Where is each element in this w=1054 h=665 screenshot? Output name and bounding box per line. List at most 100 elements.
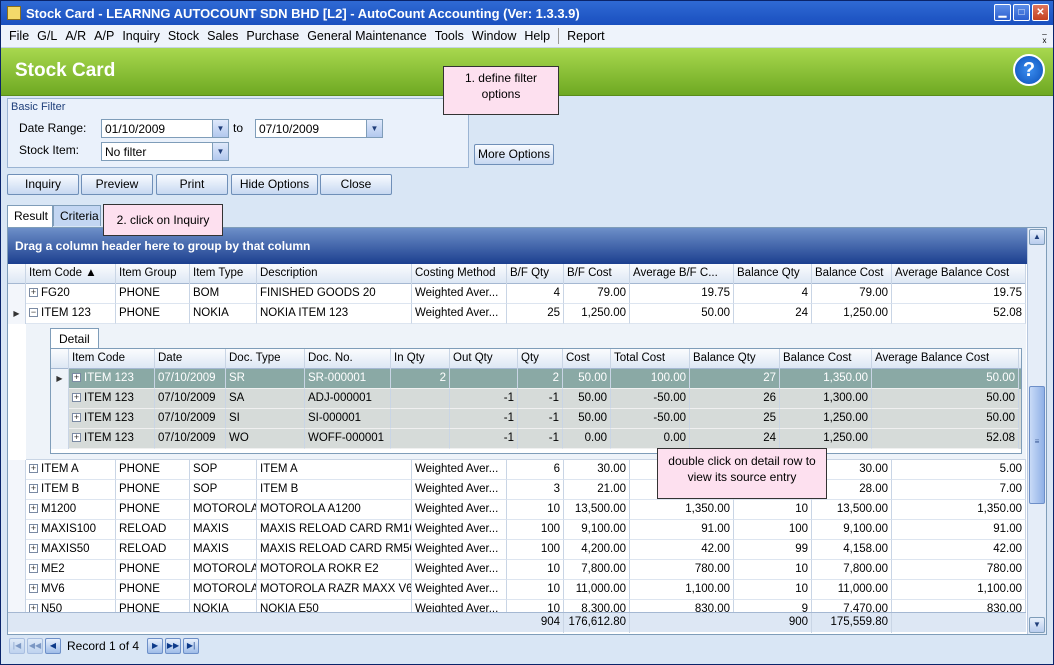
last-record-icon[interactable]: ▶| <box>183 638 200 654</box>
minimize-button[interactable]: ▁ <box>994 4 1011 21</box>
row-selector[interactable] <box>8 600 26 612</box>
row-selector[interactable] <box>8 580 26 600</box>
dcol-out-qty[interactable]: Out Qty <box>450 349 518 369</box>
expand-icon[interactable]: + <box>29 464 38 474</box>
expand-icon[interactable]: + <box>72 393 81 403</box>
col-balance-cost[interactable]: Balance Cost <box>812 264 892 284</box>
mdi-close-icon[interactable]: x <box>1039 37 1050 46</box>
detail-row[interactable]: + ITEM 123 07/10/2009 WO WOFF-000001 -1 -1 0.00… <box>51 429 1021 449</box>
table-row[interactable]: ▶ − ITEM 123 PHONE NOKIA NOKIA ITEM 123 Weight… <box>8 304 1026 324</box>
scroll-thumb[interactable]: ≡ <box>1029 386 1045 504</box>
expand-icon[interactable]: + <box>29 524 38 534</box>
table-row[interactable]: + MAXIS100 RELOAD MAXIS MAXIS RELOAD CARD RM… <box>8 520 1026 540</box>
tab-criteria[interactable]: Criteria <box>53 205 101 226</box>
table-row[interactable]: + MV6 PHONE MOTOROLA MOTOROLA RAZR MAXX V6 We… <box>8 580 1026 600</box>
row-selector[interactable] <box>8 520 26 540</box>
dropdown-arrow-icon[interactable]: ▼ <box>366 120 382 137</box>
table-row[interactable]: + ITEM A PHONE SOP ITEM A Weighted Aver... 6 30… <box>8 460 1026 480</box>
col-balance-qty[interactable]: Balance Qty <box>734 264 812 284</box>
print-button[interactable]: Print <box>156 174 228 195</box>
dcol-balance-cost[interactable]: Balance Cost <box>780 349 872 369</box>
prev-page-icon[interactable]: ◀◀ <box>27 638 43 654</box>
table-row[interactable]: + ME2 PHONE MOTOROLA MOTOROLA ROKR E2 Weighte… <box>8 560 1026 580</box>
menu-sales[interactable]: Sales <box>203 29 242 43</box>
expand-icon[interactable]: + <box>29 564 38 574</box>
first-record-icon[interactable]: |◀ <box>9 638 25 654</box>
col-bf-cost[interactable]: B/F Cost <box>564 264 630 284</box>
vertical-scrollbar[interactable]: ▲ ≡ ▼ <box>1027 228 1046 634</box>
col-costing-method[interactable]: Costing Method <box>412 264 507 284</box>
dcol-qty[interactable]: Qty <box>518 349 563 369</box>
row-selector[interactable] <box>8 540 26 560</box>
menu-gl[interactable]: G/L <box>33 29 61 43</box>
dcol-doc-type[interactable]: Doc. Type <box>226 349 305 369</box>
row-selector[interactable] <box>8 284 26 304</box>
table-row[interactable]: + FG20 PHONE BOM FINISHED GOODS 20 Weighted A… <box>8 284 1026 304</box>
expand-icon[interactable]: + <box>29 288 38 298</box>
stock-item-select[interactable]: No filter ▼ <box>101 142 229 161</box>
tab-result[interactable]: Result <box>7 205 53 227</box>
dcol-in-qty[interactable]: In Qty <box>391 349 450 369</box>
dropdown-arrow-icon[interactable]: ▼ <box>212 120 228 137</box>
preview-button[interactable]: Preview <box>81 174 153 195</box>
dcol-average-balance-cost[interactable]: Average Balance Cost <box>872 349 1019 369</box>
hide-options-button[interactable]: Hide Options <box>231 174 318 195</box>
expand-icon[interactable]: + <box>72 433 81 443</box>
row-selector[interactable] <box>51 409 69 429</box>
detail-row[interactable]: + ITEM 123 07/10/2009 SI SI-000001 -1 -1 50.00-… <box>51 409 1021 429</box>
expand-icon[interactable]: + <box>72 413 81 423</box>
row-selector[interactable]: ▶ <box>8 304 26 324</box>
expand-icon[interactable]: + <box>29 484 38 494</box>
col-item-code[interactable]: Item Code ▲ <box>26 264 116 284</box>
more-options-button[interactable]: More Options <box>474 144 554 165</box>
menu-report[interactable]: Report <box>563 29 609 43</box>
row-selector[interactable] <box>51 389 69 409</box>
dcol-total-cost[interactable]: Total Cost <box>611 349 690 369</box>
menu-tools[interactable]: Tools <box>431 29 468 43</box>
expand-icon[interactable]: + <box>72 373 81 383</box>
expand-icon[interactable]: + <box>29 604 38 612</box>
dcol-item-code[interactable]: Item Code <box>69 349 155 369</box>
col-average-balance-cost[interactable]: Average Balance Cost <box>892 264 1026 284</box>
menu-ap[interactable]: A/P <box>90 29 118 43</box>
date-from-input[interactable]: 01/10/2009 ▼ <box>101 119 229 138</box>
mdi-minimize-icon[interactable]: _ <box>1039 27 1050 36</box>
close-button[interactable]: Close <box>320 174 392 195</box>
col-description[interactable]: Description <box>257 264 412 284</box>
menu-file[interactable]: File <box>5 29 33 43</box>
table-row[interactable]: + ITEM B PHONE SOP ITEM B Weighted Aver... 3 21… <box>8 480 1026 500</box>
menu-help[interactable]: Help <box>520 29 554 43</box>
maximize-button[interactable]: □ <box>1013 4 1030 21</box>
col-item-type[interactable]: Item Type <box>190 264 257 284</box>
col-bf-qty[interactable]: B/F Qty <box>507 264 564 284</box>
table-row[interactable]: + MAXIS50 RELOAD MAXIS MAXIS RELOAD CARD RM5… <box>8 540 1026 560</box>
menu-window[interactable]: Window <box>468 29 520 43</box>
dcol-cost[interactable]: Cost <box>563 349 611 369</box>
menu-inquiry[interactable]: Inquiry <box>118 29 164 43</box>
help-icon[interactable]: ? <box>1013 54 1045 86</box>
expand-icon[interactable]: + <box>29 504 38 514</box>
close-window-button[interactable]: ✕ <box>1032 4 1049 21</box>
detail-row[interactable]: + ITEM 123 07/10/2009 SA ADJ-000001 -1 -1 50.00… <box>51 389 1021 409</box>
detail-row[interactable]: ▶ + ITEM 123 07/10/2009 SR SR-000001 2 2 50.00 10… <box>51 369 1021 389</box>
table-row[interactable]: + M1200 PHONE MOTOROLA MOTOROLA A1200 Weighte… <box>8 500 1026 520</box>
row-selector[interactable] <box>8 460 26 480</box>
dcol-date[interactable]: Date <box>155 349 226 369</box>
col-average-bf-cost[interactable]: Average B/F C... <box>630 264 734 284</box>
next-record-icon[interactable]: ▶ <box>147 638 164 654</box>
inquiry-button[interactable]: Inquiry <box>7 174 79 195</box>
row-selector[interactable]: ▶ <box>51 369 69 389</box>
next-page-icon[interactable]: ▶▶ <box>165 638 182 654</box>
collapse-icon[interactable]: − <box>29 308 38 318</box>
row-selector[interactable] <box>8 560 26 580</box>
menu-stock[interactable]: Stock <box>164 29 203 43</box>
expand-icon[interactable]: + <box>29 584 38 594</box>
menu-ar[interactable]: A/R <box>61 29 90 43</box>
table-row[interactable]: + N50 PHONE NOKIA NOKIA E50 Weighted Aver... 1… <box>8 600 1026 612</box>
row-selector[interactable] <box>8 480 26 500</box>
scroll-down-icon[interactable]: ▼ <box>1029 617 1045 633</box>
dcol-balance-qty[interactable]: Balance Qty <box>690 349 780 369</box>
tab-detail[interactable]: Detail <box>50 328 99 348</box>
scroll-up-icon[interactable]: ▲ <box>1029 229 1045 245</box>
dropdown-arrow-icon[interactable]: ▼ <box>212 143 228 160</box>
